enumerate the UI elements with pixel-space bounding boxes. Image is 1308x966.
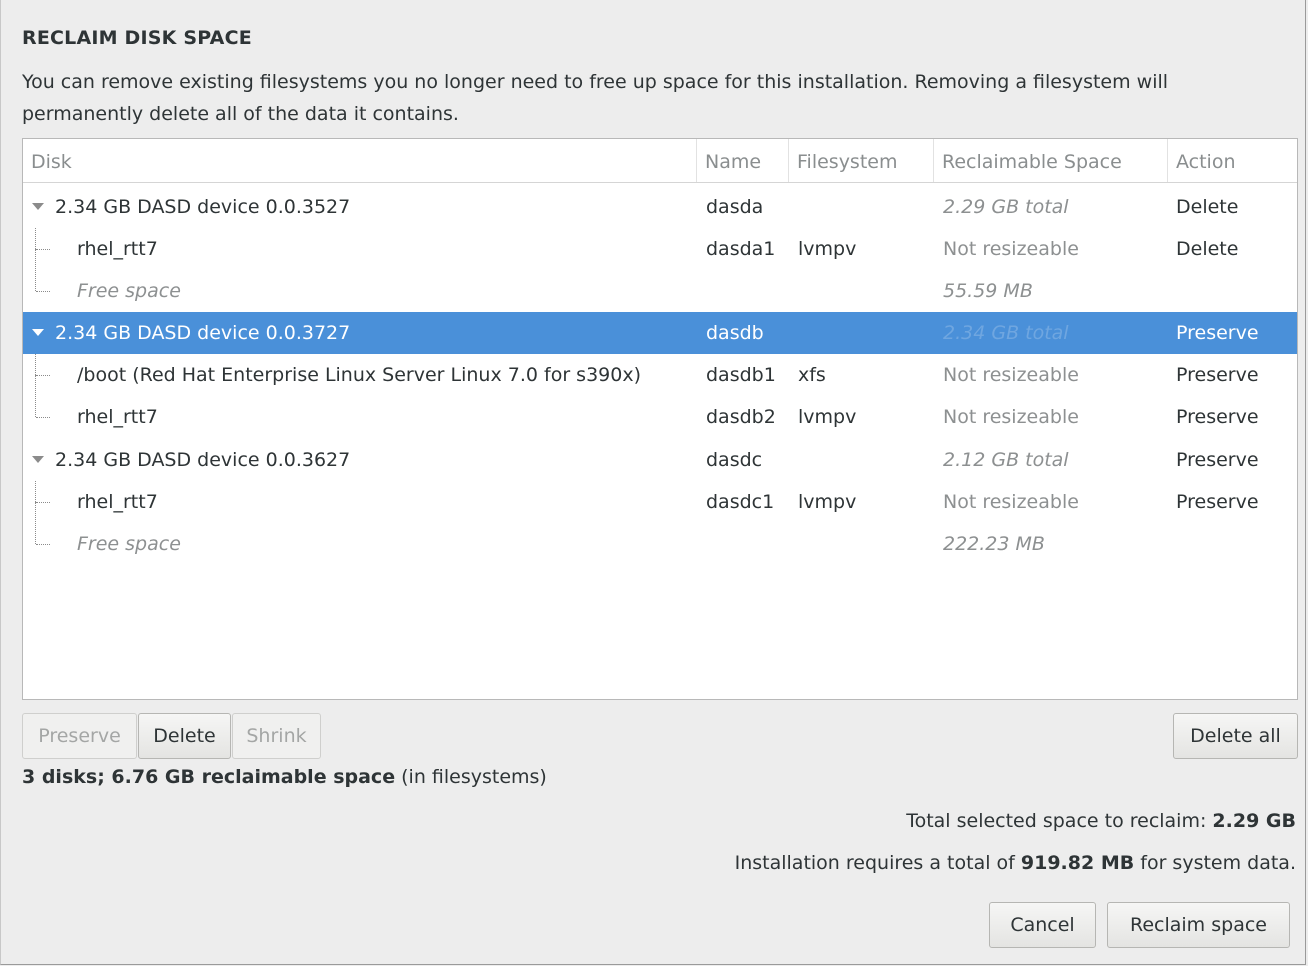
table-row-partition[interactable]: rhel_rtt7 dasda1 lvmpv Not resizeable De… xyxy=(23,228,1297,270)
table-row-free-space[interactable]: Free space 222.23 MB xyxy=(23,502,1297,565)
table-row-partition[interactable]: /boot (Red Hat Enterprise Linux Server L… xyxy=(23,354,1297,396)
selected-space-text: Total selected space to reclaim: 2.29 GB xyxy=(906,810,1296,832)
table-row-free-space[interactable]: Free space 55.59 MB xyxy=(23,249,1297,312)
expander-triangle-icon[interactable] xyxy=(32,329,44,336)
action-cell: Preserve xyxy=(1176,406,1259,428)
action-cell: Preserve xyxy=(1176,364,1259,386)
requirement-prefix: Installation requires a total of xyxy=(734,852,1021,874)
tree-guide-line xyxy=(35,502,36,544)
column-header-action[interactable]: Action xyxy=(1168,139,1297,182)
name-cell: dasda xyxy=(706,196,764,218)
tree-guide-line xyxy=(36,375,50,376)
space-cell: 55.59 MB xyxy=(943,280,1033,302)
expander-triangle-icon[interactable] xyxy=(32,456,44,463)
space-cell: 2.34 GB total xyxy=(943,322,1069,344)
preserve-button[interactable]: Preserve xyxy=(22,713,137,759)
action-cell: Delete xyxy=(1176,196,1239,218)
disk-cell: 2.34 GB DASD device 0.0.3527 xyxy=(55,196,351,218)
filesystem-cell: lvmpv xyxy=(798,406,857,428)
tree-guide-line xyxy=(36,544,50,545)
dialog-title: RECLAIM DISK SPACE xyxy=(22,27,252,49)
tree-guide-line xyxy=(35,228,36,249)
name-cell: dasdc1 xyxy=(706,491,775,513)
reclaim-space-button[interactable]: Reclaim space xyxy=(1107,902,1290,948)
disk-cell: rhel_rtt7 xyxy=(77,238,158,260)
reclaim-disk-space-dialog: RECLAIM DISK SPACE You can remove existi… xyxy=(0,0,1306,965)
expander-triangle-icon[interactable] xyxy=(32,203,44,210)
space-cell: Not resizeable xyxy=(943,238,1079,260)
table-row-disk[interactable]: 2.34 GB DASD device 0.0.3627 dasdc 2.12 … xyxy=(23,439,1297,481)
action-cell: Delete xyxy=(1176,238,1239,260)
space-cell: Not resizeable xyxy=(943,364,1079,386)
name-cell: dasdb1 xyxy=(706,364,776,386)
space-cell: 2.29 GB total xyxy=(943,196,1069,218)
disk-cell: rhel_rtt7 xyxy=(77,491,158,513)
disk-cell: 2.34 GB DASD device 0.0.3727 xyxy=(55,322,351,344)
name-cell: dasdb2 xyxy=(706,406,776,428)
table-row-disk[interactable]: 2.34 GB DASD device 0.0.3527 dasda 2.29 … xyxy=(23,186,1297,228)
selected-space-value: 2.29 GB xyxy=(1212,810,1296,832)
filesystem-cell: lvmpv xyxy=(798,238,857,260)
tree-guide-line xyxy=(35,354,36,375)
action-cell: Preserve xyxy=(1176,322,1259,344)
disk-cell: Free space xyxy=(77,280,181,302)
tree-guide-line xyxy=(36,502,50,503)
space-cell: 2.12 GB total xyxy=(943,449,1069,471)
filesystem-cell: lvmpv xyxy=(798,491,857,513)
requirement-value: 919.82 MB xyxy=(1020,852,1135,874)
reclaimable-summary: 3 disks; 6.76 GB reclaimable space (in f… xyxy=(22,766,547,788)
shrink-button[interactable]: Shrink xyxy=(232,713,321,759)
filesystem-cell: xfs xyxy=(798,364,826,386)
requirement-suffix: for system data. xyxy=(1134,852,1296,874)
disk-cell: Free space xyxy=(77,533,181,555)
column-header-filesystem[interactable]: Filesystem xyxy=(789,139,934,182)
space-cell: Not resizeable xyxy=(943,491,1079,513)
disk-cell: /boot (Red Hat Enterprise Linux Server L… xyxy=(77,364,641,386)
column-header-reclaimable-space[interactable]: Reclaimable Space xyxy=(934,139,1168,182)
name-cell: dasdb xyxy=(706,322,764,344)
space-cell: Not resizeable xyxy=(943,406,1079,428)
summary-rest: (in filesystems) xyxy=(395,766,547,788)
tree-guide-line xyxy=(36,249,50,250)
tree-guide-line xyxy=(36,417,50,418)
name-cell: dasdc xyxy=(706,449,763,471)
disk-tree-view[interactable]: Disk Name Filesystem Reclaimable Space A… xyxy=(22,138,1298,700)
disk-cell: rhel_rtt7 xyxy=(77,406,158,428)
delete-button[interactable]: Delete xyxy=(138,713,231,759)
column-header-name[interactable]: Name xyxy=(697,139,789,182)
tree-guide-line xyxy=(36,291,50,292)
summary-bold: 3 disks; 6.76 GB reclaimable space xyxy=(22,766,396,788)
table-row-disk-selected[interactable]: 2.34 GB DASD device 0.0.3727 dasdb 2.34 … xyxy=(23,312,1297,354)
tree-guide-line xyxy=(35,249,36,291)
name-cell: dasda1 xyxy=(706,238,776,260)
dialog-description: You can remove existing filesystems you … xyxy=(22,71,1169,125)
tree-guide-line xyxy=(35,375,36,417)
tree-header: Disk Name Filesystem Reclaimable Space A… xyxy=(23,139,1297,183)
requirement-text: Installation requires a total of 919.82 … xyxy=(735,852,1296,874)
space-cell: 222.23 MB xyxy=(943,533,1045,555)
table-row-partition[interactable]: rhel_rtt7 dasdb2 lvmpv Not resizeable Pr… xyxy=(23,375,1297,438)
delete-all-button[interactable]: Delete all xyxy=(1173,713,1298,759)
cancel-button[interactable]: Cancel xyxy=(989,902,1096,948)
column-header-disk[interactable]: Disk xyxy=(23,139,697,182)
disk-cell: 2.34 GB DASD device 0.0.3627 xyxy=(55,449,351,471)
table-row-partition[interactable]: rhel_rtt7 dasdc1 lvmpv Not resizeable Pr… xyxy=(23,481,1297,523)
action-cell: Preserve xyxy=(1176,449,1259,471)
tree-guide-line xyxy=(35,481,36,502)
action-cell: Preserve xyxy=(1176,491,1259,513)
selected-space-label: Total selected space to reclaim: xyxy=(906,810,1213,832)
